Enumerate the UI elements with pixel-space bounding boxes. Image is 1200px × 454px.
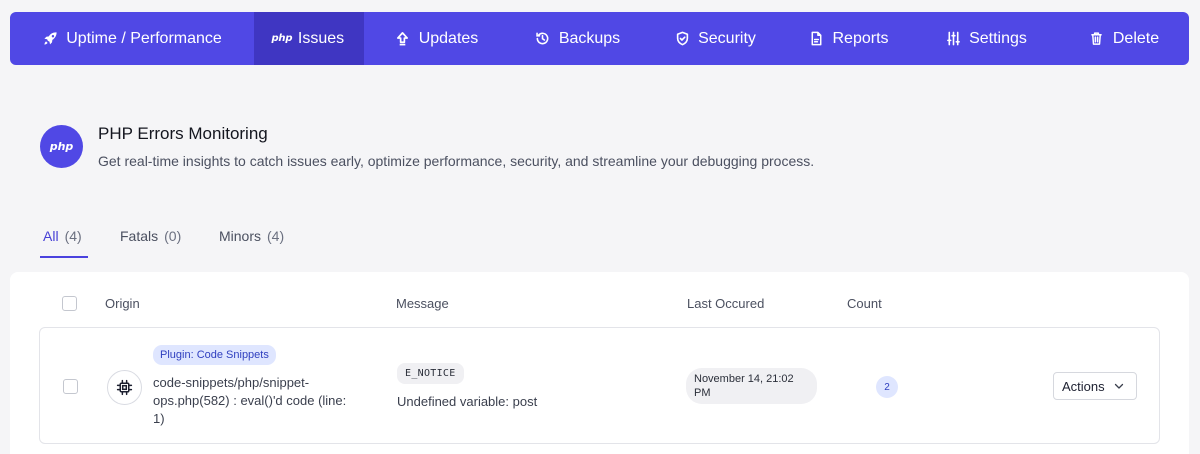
chevron-down-icon <box>1114 381 1124 391</box>
count-badge: 2 <box>876 376 898 398</box>
rocket-icon <box>42 31 58 47</box>
nav-label: Updates <box>418 29 479 47</box>
errors-table: Origin Message Last Occured Count Plugin… <box>10 272 1189 454</box>
column-header-last-occured: Last Occured <box>687 296 765 311</box>
tab-label: All <box>43 228 59 244</box>
tab-count: (4) <box>267 228 285 244</box>
shield-icon <box>674 31 690 47</box>
nav-label: Settings <box>969 29 1027 47</box>
row-checkbox[interactable] <box>63 379 78 394</box>
column-header-count: Count <box>847 296 882 311</box>
nav-item-backups[interactable]: Backups <box>509 12 646 65</box>
nav-label: Issues <box>297 29 345 47</box>
tab-all[interactable]: All (4) <box>40 220 88 258</box>
page-subtitle: Get real-time insights to catch issues e… <box>98 153 815 169</box>
nav-item-reports[interactable]: Reports <box>784 12 913 65</box>
table-row: Plugin: Code Snippets code-snippets/php/… <box>39 327 1160 444</box>
history-icon <box>535 31 551 47</box>
filter-tabs: All (4) Fatals (0) Minors (4) <box>40 220 291 258</box>
origin-path: code-snippets/php/snippet-ops.php(582) :… <box>153 375 347 426</box>
nav-item-updates[interactable]: Updates <box>364 12 509 65</box>
nav-item-uptime-performance[interactable]: Uptime / Performance <box>10 12 254 65</box>
column-header-message: Message <box>396 296 449 311</box>
nav-label: Security <box>698 29 756 47</box>
tab-label: Fatals <box>120 228 159 244</box>
tab-minors[interactable]: Minors (4) <box>219 220 291 258</box>
last-occured-date: November 14, 21:02 PM <box>686 368 817 404</box>
select-all-checkbox[interactable] <box>62 296 77 311</box>
document-icon <box>808 31 824 47</box>
php-icon: php <box>271 31 293 47</box>
page-title: PHP Errors Monitoring <box>98 124 268 143</box>
nav-label: Backups <box>558 29 621 47</box>
trash-icon <box>1089 31 1105 47</box>
nav-label: Delete <box>1112 29 1160 47</box>
tab-fatals[interactable]: Fatals (0) <box>120 220 188 258</box>
tab-count: (0) <box>164 228 182 244</box>
nav-label: Uptime / Performance <box>66 29 222 47</box>
column-header-origin: Origin <box>105 296 140 311</box>
nav-item-settings[interactable]: Settings <box>913 12 1059 65</box>
error-message: Undefined variable: post <box>397 394 538 409</box>
chip-icon <box>107 370 142 405</box>
tab-label: Minors <box>219 228 262 244</box>
nav-label: Reports <box>832 29 889 47</box>
php-logo-icon: php <box>40 125 83 168</box>
nav-item-issues[interactable]: php Issues <box>254 12 364 65</box>
sliders-icon <box>945 31 961 47</box>
php-icon-text: php <box>271 33 293 44</box>
nav-item-delete[interactable]: Delete <box>1059 12 1189 65</box>
error-level-badge: E_NOTICE <box>397 363 464 384</box>
actions-dropdown-button[interactable]: Actions <box>1053 372 1137 400</box>
main-nav: Uptime / Performance php Issues Updates … <box>10 12 1189 65</box>
tab-count: (4) <box>64 228 82 244</box>
plugin-tag: Plugin: Code Snippets <box>153 345 276 365</box>
actions-label: Actions <box>1062 378 1105 394</box>
upload-arrow-icon <box>395 31 411 47</box>
nav-item-security[interactable]: Security <box>646 12 784 65</box>
